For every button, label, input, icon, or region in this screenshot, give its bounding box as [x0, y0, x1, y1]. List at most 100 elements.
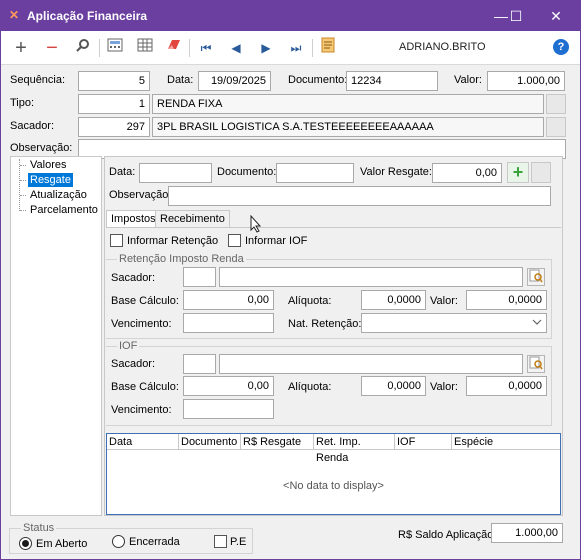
plus-icon: + — [512, 162, 524, 182]
retencao-sacador-name[interactable] — [219, 267, 523, 287]
retencao-sacador-lookup-icon[interactable] — [527, 268, 545, 286]
grid-column-header[interactable]: Documento — [179, 434, 241, 450]
nat-retencao-select[interactable] — [361, 313, 547, 333]
navigation-tree: Valores Resgate Atualização Parcelamento — [10, 156, 102, 516]
tipo-name-field: RENDA FIXA — [152, 94, 544, 114]
resgate-observacao-label: Observação: — [109, 189, 172, 201]
last-record-icon[interactable]: ⏭ — [285, 37, 307, 59]
tipo-code-field[interactable]: 1 — [78, 94, 150, 114]
title-bar: ✕ Aplicação Financeira — ☐ ✕ — [1, 1, 580, 31]
iof-sacador-code[interactable] — [183, 354, 216, 374]
retencao-vencimento-label: Vencimento: — [111, 318, 172, 330]
toolbar-separator — [99, 39, 100, 57]
sacador-code-field[interactable]: 297 — [78, 117, 150, 137]
tab-divider — [106, 227, 561, 228]
resgate-observacao-field[interactable] — [168, 186, 551, 206]
retencao-vencimento-field[interactable] — [183, 313, 274, 333]
iof-sacador-label: Sacador: — [111, 358, 156, 370]
informar-retencao-checkbox[interactable] — [110, 234, 123, 247]
tree-item-resgate[interactable]: Resgate — [28, 173, 73, 187]
add-resgate-button[interactable]: + — [507, 162, 529, 183]
secondary-action-button[interactable] — [531, 162, 551, 183]
iof-vencimento-field[interactable] — [183, 399, 274, 419]
grid-column-header[interactable]: IOF — [395, 434, 452, 450]
toolbar: + − ⏮ ◀ ▶ ⏭ ADRIANO.BRITO ? — [1, 31, 580, 65]
iof-valor-label: Valor: — [430, 381, 458, 393]
data-field[interactable]: 19/09/2025 — [198, 71, 271, 91]
sequencia-field[interactable]: 5 — [78, 71, 150, 91]
retencao-base-calculo-field[interactable]: 0,00 — [183, 290, 274, 310]
sequencia-label: Sequência: — [10, 74, 66, 86]
grid-icon[interactable] — [134, 37, 156, 59]
retencao-aliquota-label: Alíquota: — [288, 295, 332, 307]
data-label: Data: — [167, 74, 194, 86]
close-button[interactable]: ✕ — [536, 1, 576, 31]
retencao-aliquota-field[interactable]: 0,0000 — [361, 290, 426, 310]
retencao-sacador-label: Sacador: — [111, 272, 156, 284]
saldo-aplicacao-label: R$ Saldo Aplicação: — [398, 529, 497, 541]
sacador-lookup-button[interactable] — [546, 117, 566, 137]
tree-connector — [20, 180, 26, 181]
grid-column-header[interactable]: Data — [107, 434, 179, 450]
valor-label: Valor: — [454, 74, 482, 86]
sacador-name-field: 3PL BRASIL LOGISTICA S.A.TESTEEEEEEEEAAA… — [152, 117, 544, 137]
eraser-icon[interactable] — [163, 37, 185, 59]
current-user: ADRIANO.BRITO — [399, 41, 486, 53]
resgate-documento-field[interactable] — [276, 163, 354, 183]
tree-item-valores[interactable]: Valores — [28, 158, 68, 172]
grid-column-header[interactable]: R$ Resgate — [241, 434, 314, 450]
tree-item-atualizacao[interactable]: Atualização — [28, 188, 89, 202]
first-record-icon[interactable]: ⏮ — [195, 37, 217, 59]
nat-retencao-label: Nat. Retenção: — [288, 318, 362, 330]
add-icon[interactable]: + — [10, 37, 32, 59]
iof-aliquota-label: Alíquota: — [288, 381, 332, 393]
valor-field[interactable]: 1.000,00 — [487, 71, 565, 91]
grid-header: Data Documento R$ Resgate Ret. Imp. Rend… — [107, 434, 560, 464]
tipo-lookup-button[interactable] — [546, 94, 566, 114]
pe-label: P.E — [230, 536, 247, 548]
help-icon[interactable]: ? — [553, 39, 569, 55]
retencao-base-calculo-label: Base Cálculo: — [111, 295, 179, 307]
tree-connector — [20, 195, 26, 196]
chevron-down-icon — [532, 316, 542, 332]
search-icon[interactable] — [72, 37, 94, 59]
encerrada-radio[interactable] — [112, 535, 125, 548]
status-legend: Status — [21, 522, 57, 534]
calculator-icon[interactable] — [104, 37, 126, 59]
resgate-data-field[interactable] — [139, 163, 212, 183]
application-window: ✕ Aplicação Financeira — ☐ ✕ + − ⏮ ◀ ▶ ⏭… — [0, 0, 581, 560]
grid-column-header[interactable]: Ret. Imp. Renda — [314, 434, 395, 464]
previous-record-icon[interactable]: ◀ — [225, 37, 247, 59]
iof-sacador-lookup-icon[interactable] — [527, 355, 545, 373]
documento-field[interactable]: 12234 — [346, 71, 438, 91]
tab-recebimento[interactable]: Recebimento — [155, 210, 230, 228]
iof-valor-field[interactable]: 0,0000 — [466, 376, 547, 396]
iof-vencimento-label: Vencimento: — [111, 404, 172, 416]
valor-resgate-field[interactable]: 0,00 — [432, 163, 502, 183]
pe-checkbox[interactable] — [214, 535, 227, 548]
retencao-sacador-code[interactable] — [183, 267, 216, 287]
encerrada-label: Encerrada — [129, 536, 180, 548]
sacador-label: Sacador: — [10, 120, 55, 132]
remove-icon[interactable]: − — [41, 37, 63, 59]
report-icon[interactable] — [317, 37, 339, 59]
documento-label: Documento: — [288, 74, 348, 86]
iof-aliquota-field[interactable]: 0,0000 — [361, 376, 426, 396]
iof-sacador-name[interactable] — [219, 354, 523, 374]
saldo-aplicacao-field: 1.000,00 — [491, 523, 563, 543]
maximize-button[interactable]: ☐ — [496, 1, 536, 31]
informar-iof-checkbox[interactable] — [228, 234, 241, 247]
tab-impostos[interactable]: Impostos — [106, 210, 161, 228]
tipo-label: Tipo: — [10, 97, 35, 109]
resgate-grid[interactable]: Data Documento R$ Resgate Ret. Imp. Rend… — [106, 433, 561, 515]
tree-item-parcelamento[interactable]: Parcelamento — [28, 203, 100, 217]
retencao-valor-field[interactable]: 0,0000 — [466, 290, 547, 310]
grid-column-header[interactable]: Espécie — [452, 434, 560, 450]
resgate-documento-label: Documento: — [217, 166, 277, 178]
next-record-icon[interactable]: ▶ — [255, 37, 277, 59]
iof-base-calculo-field[interactable]: 0,00 — [183, 376, 274, 396]
tree-connector — [20, 165, 26, 166]
iof-base-calculo-label: Base Cálculo: — [111, 381, 179, 393]
em-aberto-radio[interactable] — [19, 537, 32, 550]
resgate-data-label: Data: — [109, 166, 136, 178]
